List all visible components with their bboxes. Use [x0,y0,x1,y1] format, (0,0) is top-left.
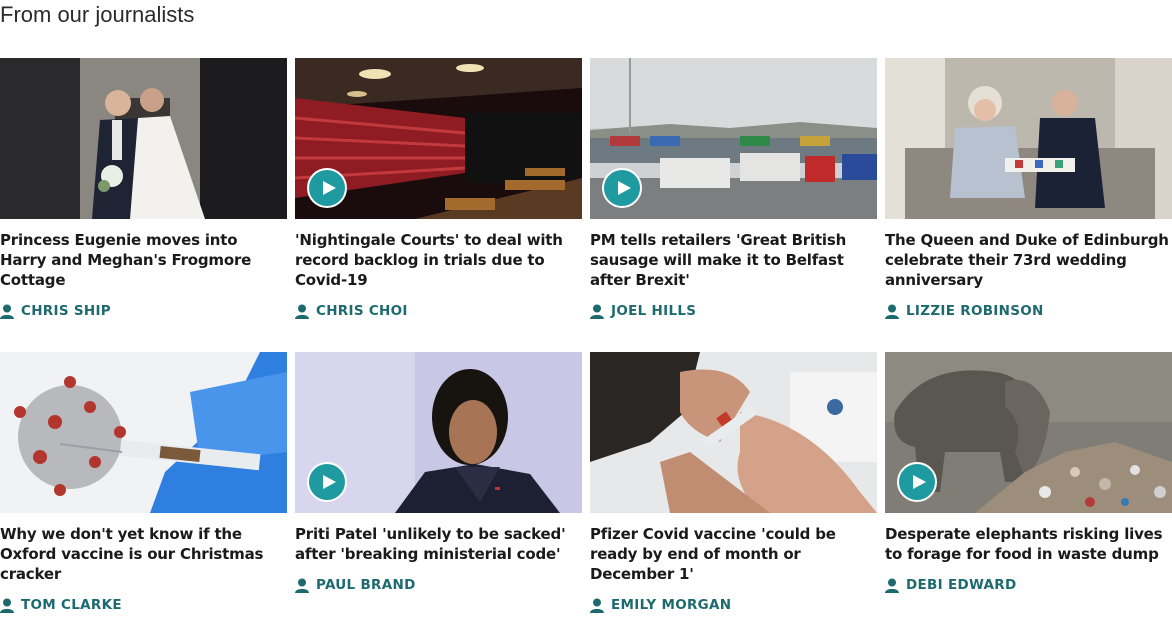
article-thumbnail[interactable] [590,58,877,219]
article-card[interactable]: Pfizer Covid vaccine 'could be ready by … [590,352,877,626]
play-icon [322,181,336,195]
article-headline[interactable]: Priti Patel 'unlikely to be sacked' afte… [295,524,582,564]
article-card[interactable]: 'Nightingale Courts' to deal with record… [295,58,582,352]
article-card[interactable]: The Queen and Duke of Edinburgh celebrat… [885,58,1172,352]
article-thumbnail[interactable] [0,58,287,219]
article-author[interactable]: LIZZIE ROBINSON [885,303,1172,319]
journalist-articles-grid: Princess Eugenie moves into Harry and Me… [0,58,1172,626]
author-name: DEBI EDWARD [906,577,1017,593]
author-name: LIZZIE ROBINSON [906,303,1044,319]
article-card[interactable]: PM tells retailers 'Great British sausag… [590,58,877,352]
article-headline[interactable]: Princess Eugenie moves into Harry and Me… [0,230,287,290]
play-icon [617,181,631,195]
article-thumbnail[interactable] [295,352,582,513]
play-icon [322,475,336,489]
play-button[interactable] [602,168,642,208]
article-thumbnail[interactable] [0,352,287,513]
person-icon [590,304,604,319]
queen-duke-sofa-photo [885,58,1172,219]
author-name: TOM CLARKE [21,597,122,613]
article-author[interactable]: DEBI EDWARD [885,577,1172,593]
section-title: From our journalists [0,2,195,27]
article-card[interactable]: Why we don't yet know if the Oxford vacc… [0,352,287,626]
article-author[interactable]: CHRIS CHOI [295,303,582,319]
article-author[interactable]: PAUL BRAND [295,577,582,593]
article-card[interactable]: Priti Patel 'unlikely to be sacked' afte… [295,352,582,626]
author-name: JOEL HILLS [611,303,697,319]
author-name: CHRIS SHIP [21,303,111,319]
article-author[interactable]: TOM CLARKE [0,597,287,613]
article-author[interactable]: JOEL HILLS [590,303,877,319]
author-name: PAUL BRAND [316,577,416,593]
article-card[interactable]: Princess Eugenie moves into Harry and Me… [0,58,287,352]
vaccine-vial-hands-photo [590,352,877,513]
person-icon [0,304,14,319]
article-author[interactable]: CHRIS SHIP [0,303,287,319]
article-headline[interactable]: 'Nightingale Courts' to deal with record… [295,230,582,290]
article-thumbnail[interactable] [295,58,582,219]
person-icon [295,304,309,319]
article-headline[interactable]: PM tells retailers 'Great British sausag… [590,230,877,290]
play-button[interactable] [897,462,937,502]
article-headline[interactable]: The Queen and Duke of Edinburgh celebrat… [885,230,1172,290]
article-author[interactable]: EMILY MORGAN [590,597,877,613]
person-icon [295,578,309,593]
article-thumbnail[interactable] [885,58,1172,219]
person-icon [885,578,899,593]
person-icon [885,304,899,319]
play-button[interactable] [307,168,347,208]
article-headline[interactable]: Why we don't yet know if the Oxford vacc… [0,524,287,584]
person-icon [590,598,604,613]
article-headline[interactable]: Desperate elephants risking lives to for… [885,524,1172,564]
wedding-kiss-photo [0,58,287,219]
author-name: EMILY MORGAN [611,597,732,613]
article-thumbnail[interactable] [885,352,1172,513]
person-icon [0,598,14,613]
article-headline[interactable]: Pfizer Covid vaccine 'could be ready by … [590,524,877,584]
author-name: CHRIS CHOI [316,303,408,319]
play-icon [912,475,926,489]
play-button[interactable] [307,462,347,502]
article-thumbnail[interactable] [590,352,877,513]
article-card[interactable]: Desperate elephants risking lives to for… [885,352,1172,626]
virus-syringe-photo [0,352,287,513]
